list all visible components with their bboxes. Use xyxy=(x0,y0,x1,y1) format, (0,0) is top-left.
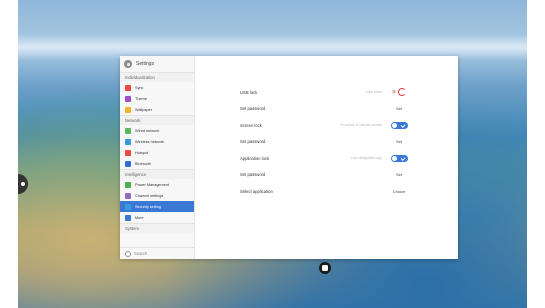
settings-window: Settings Individualization Sync Theme Wallp… xyxy=(120,56,458,259)
sidebar-item-label: Wallpaper xyxy=(135,107,152,112)
sync-icon xyxy=(125,84,131,91)
sidebar-item-hotspot[interactable]: Hotspot xyxy=(120,147,194,158)
search-icon xyxy=(125,250,131,257)
sidebar-item-label: Power Management xyxy=(135,182,169,187)
usb-lock-toggle[interactable]: × xyxy=(388,88,410,97)
sidebar-item-label: Theme xyxy=(135,96,147,101)
app-lock-label: Application lock xyxy=(240,155,270,161)
screen-lock-row: Screen lock To unlock or lock the screen xyxy=(240,117,410,134)
sidebar-item-more[interactable]: More xyxy=(120,212,194,223)
sidebar-item-label: Wired network xyxy=(135,128,160,133)
select-application-label: Select application xyxy=(240,188,273,194)
security-icon xyxy=(125,203,131,210)
usb-password-set-button[interactable]: Set xyxy=(388,106,410,111)
sidebar-section-system: System xyxy=(120,223,194,233)
home-icon xyxy=(322,265,328,271)
sidebar-section-network: Network xyxy=(120,115,194,125)
close-icon: × xyxy=(391,88,397,96)
sidebar-item-label: Wireless network xyxy=(135,139,164,144)
search-input[interactable]: Search xyxy=(120,247,194,259)
app-password-set-button[interactable]: Set xyxy=(388,172,410,177)
gear-icon xyxy=(124,60,132,68)
channel-icon xyxy=(125,192,131,199)
more-icon xyxy=(125,214,131,221)
app-password-label: Set password xyxy=(240,172,266,178)
sidebar-item-bluetooth[interactable]: Bluetooth xyxy=(120,158,194,169)
sidebar-item-label: Security setting xyxy=(135,204,161,209)
sidebar-item-theme[interactable]: Theme xyxy=(120,93,194,104)
sidebar-item-channel-settings[interactable]: Channel settings xyxy=(120,190,194,201)
sidebar-item-label: Hotspot xyxy=(135,150,149,155)
sidebar-item-sync[interactable]: Sync xyxy=(120,82,194,93)
handle-dot-icon xyxy=(21,182,25,186)
usb-lock-hint: Lock when xyxy=(365,90,382,95)
screen-lock-hint: To unlock or lock the screen xyxy=(339,123,382,128)
usb-lock-row: USB lock Lock when × xyxy=(240,84,410,101)
toggle-knob-icon xyxy=(398,88,407,97)
sidebar-nav: Individualization Sync Theme Wallpaper Netwo… xyxy=(120,72,194,233)
window-title: Settings xyxy=(136,61,155,67)
sidebar-item-label: More xyxy=(135,215,144,220)
screen-lock-toggle[interactable] xyxy=(390,121,408,129)
home-button[interactable] xyxy=(319,262,331,274)
screen-lock-label: Screen lock xyxy=(240,122,262,128)
wallpaper-icon xyxy=(125,106,131,113)
app-lock-hint: Lock designated app xyxy=(350,156,382,161)
security-settings-panel: USB lock Lock when × Set password Set Sc… xyxy=(240,84,410,200)
sidebar-item-security-setting[interactable]: Security setting xyxy=(120,201,194,212)
sidebar-item-wired-network[interactable]: Wired network xyxy=(120,125,194,136)
sidebar-item-label: Sync xyxy=(135,85,144,90)
sidebar-item-label: Channel settings xyxy=(135,193,164,198)
usb-password-row: Set password Set xyxy=(240,101,410,118)
window-header: Settings xyxy=(120,56,194,72)
screen-password-row: Set password Set xyxy=(240,134,410,151)
search-placeholder: Search xyxy=(134,251,148,256)
theme-icon xyxy=(125,95,131,102)
wireless-network-icon xyxy=(125,138,131,145)
app-lock-row: Application lock Lock designated app xyxy=(240,150,410,167)
select-application-row: Select application Choice xyxy=(240,183,410,200)
sidebar-item-wallpaper[interactable]: Wallpaper xyxy=(120,104,194,115)
sidebar: Settings Individualization Sync Theme Wallp… xyxy=(120,56,195,259)
sidebar-item-power-management[interactable]: Power Management xyxy=(120,179,194,190)
usb-password-label: Set password xyxy=(240,106,266,112)
sidebar-section-individualization: Individualization xyxy=(120,72,194,82)
sidebar-section-intelligence: Intelligence xyxy=(120,169,194,179)
usb-lock-label: USB lock xyxy=(240,89,258,95)
bluetooth-icon xyxy=(125,160,131,167)
app-password-row: Set password Set xyxy=(240,167,410,184)
screen-password-set-button[interactable]: Set xyxy=(388,139,410,144)
screen-password-label: Set password xyxy=(240,139,266,145)
choice-button[interactable]: Choice xyxy=(388,189,410,194)
sidebar-item-label: Bluetooth xyxy=(135,161,152,166)
app-lock-toggle[interactable] xyxy=(390,154,408,162)
sidebar-item-wireless-network[interactable]: Wireless network xyxy=(120,136,194,147)
wired-network-icon xyxy=(125,127,131,134)
hotspot-icon xyxy=(125,149,131,156)
power-icon xyxy=(125,181,131,188)
